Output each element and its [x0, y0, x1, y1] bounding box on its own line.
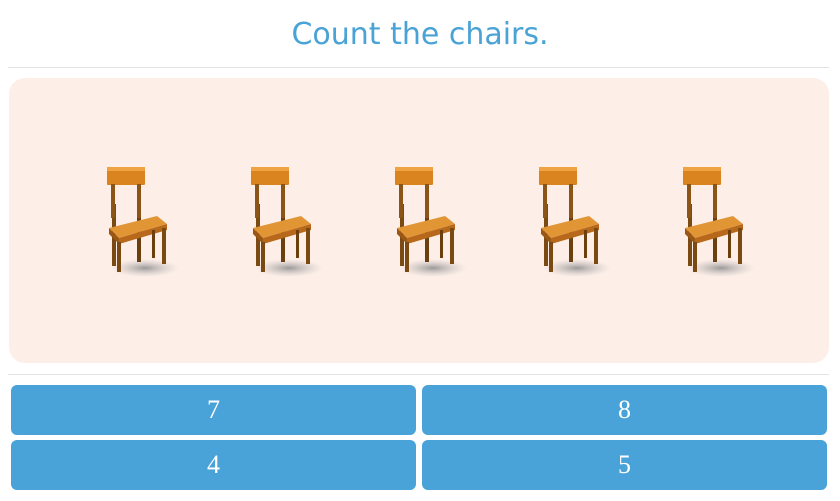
chair-icon [97, 164, 187, 284]
divider [8, 67, 829, 68]
chair-icon [385, 164, 475, 284]
answer-button-7[interactable]: 7 [11, 385, 416, 435]
answer-button-4[interactable]: 4 [11, 440, 416, 490]
counting-stage [9, 78, 829, 363]
chair-icon [529, 164, 619, 284]
question-title: Count the chairs. [291, 16, 549, 52]
answer-button-5[interactable]: 5 [422, 440, 827, 490]
question-header: Count the chairs. [0, 0, 840, 68]
answer-button-8[interactable]: 8 [422, 385, 827, 435]
divider [8, 374, 829, 375]
chair-icon [241, 164, 331, 284]
chair-icon [673, 164, 763, 284]
answer-grid: 7 8 4 5 [11, 385, 829, 491]
